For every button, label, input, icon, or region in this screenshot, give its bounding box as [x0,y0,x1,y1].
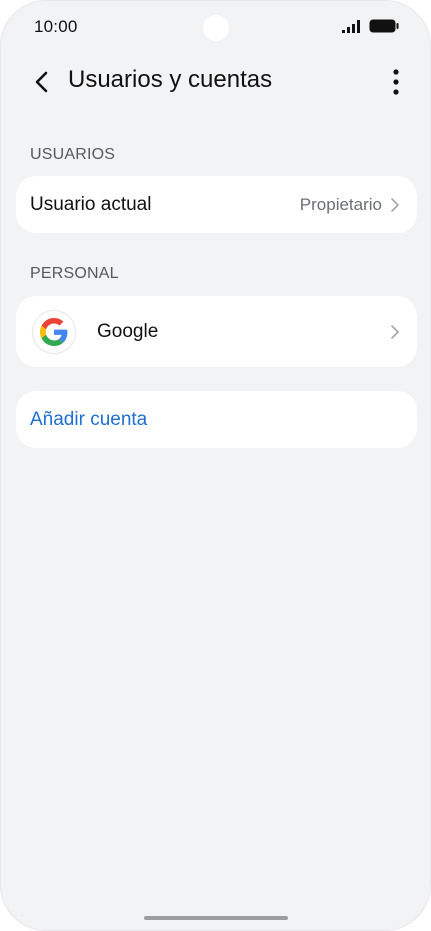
status-time: 10:00 [34,17,78,36]
chevron-right-icon [391,197,399,212]
google-account-label: Google [97,320,159,342]
google-logo-icon [33,310,75,353]
more-vertical-icon [393,69,399,95]
section-label-users: USUARIOS [30,146,116,163]
section-label-personal: PERSONAL [30,265,119,282]
back-button[interactable] [27,65,57,99]
google-g-icon [40,317,68,346]
current-user-label: Usuario actual [30,193,152,215]
users-card: Usuario actual Propietario [16,176,417,233]
home-indicator[interactable] [144,916,288,920]
front-camera [203,15,229,41]
add-account-label: Añadir cuenta [30,408,148,430]
add-account-card: Añadir cuenta [16,391,417,448]
app-header: Usuarios y cuentas [1,57,430,107]
battery-icon [369,19,399,33]
chevron-left-icon [35,71,48,93]
google-account-row[interactable]: Google [16,296,417,367]
phone-screen: 10:00 Usuarios y cuentas USUARIOS Usuari… [0,0,431,931]
chevron-right-icon [391,324,399,339]
add-account-button[interactable]: Añadir cuenta [16,391,417,448]
current-user-row[interactable]: Usuario actual Propietario [16,176,417,233]
more-options-button[interactable] [381,65,411,99]
signal-icon [342,20,360,33]
page-title: Usuarios y cuentas [68,66,273,93]
status-bar: 10:00 [1,1,430,53]
current-user-value: Propietario [299,194,382,214]
personal-card: Google [16,296,417,367]
